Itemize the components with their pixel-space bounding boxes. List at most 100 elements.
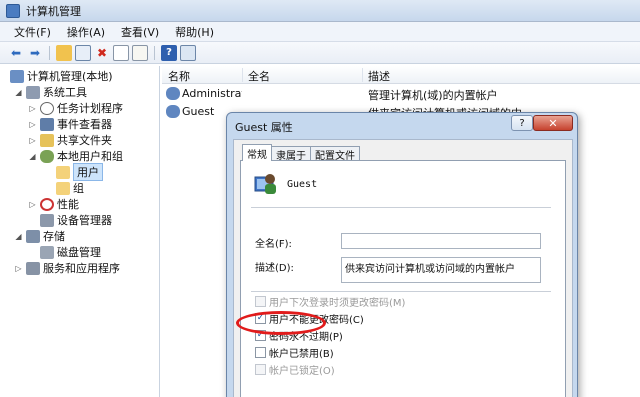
- tree-item-task-scheduler[interactable]: ▷ 任务计划程序: [28, 100, 123, 116]
- tree-item-performance[interactable]: ▷ 性能: [28, 196, 79, 212]
- help-icon[interactable]: ?: [161, 44, 177, 61]
- collapse-arrow-icon[interactable]: ◢: [14, 88, 23, 97]
- checkbox-box[interactable]: [255, 296, 266, 307]
- account-disabled-checkbox[interactable]: 帐户已禁用(B): [255, 346, 334, 360]
- tree-item-label: 磁盘管理: [57, 246, 101, 259]
- dialog-body: 常规 隶属于 配置文件 Guest 全名(F): 描述(D): 供来宾访问计算机…: [233, 139, 573, 397]
- user-icon: [166, 87, 180, 100]
- tree-item-label: 系统工具: [43, 86, 87, 99]
- help-button[interactable]: ?: [511, 115, 533, 131]
- folder-icon: [56, 181, 70, 195]
- tree-item-users[interactable]: 用户: [56, 163, 103, 181]
- shared-folder-icon: [40, 133, 54, 147]
- menu-action[interactable]: 操作(A): [59, 24, 113, 40]
- tree-item-label: 组: [73, 182, 84, 195]
- expand-arrow-icon[interactable]: ▷: [28, 200, 37, 209]
- users-group-icon: [40, 149, 54, 163]
- account-locked-checkbox[interactable]: 帐户已锁定(O): [255, 363, 335, 377]
- toolbar: ⬅ ➡ ✖ ?: [0, 42, 640, 64]
- tree-item-disk-management[interactable]: 磁盘管理: [40, 244, 101, 260]
- tree-item-shared-folders[interactable]: ▷ 共享文件夹: [28, 132, 112, 148]
- tab-strip: 常规 隶属于 配置文件: [242, 144, 360, 162]
- menu-help[interactable]: 帮助(H): [167, 24, 222, 40]
- computer-management-icon: [6, 3, 20, 18]
- tree-item-services-apps[interactable]: ▷ 服务和应用程序: [14, 260, 120, 276]
- divider: [251, 291, 551, 292]
- close-button[interactable]: ✕: [533, 115, 573, 131]
- tree-item-label: 存储: [43, 230, 65, 243]
- expand-arrow-icon[interactable]: ▷: [28, 104, 37, 113]
- export-icon[interactable]: [132, 44, 148, 61]
- general-panel: Guest 全名(F): 描述(D): 供来宾访问计算机或访问域的内置帐户 用户…: [240, 160, 566, 397]
- checkbox-box[interactable]: [255, 347, 266, 358]
- menu-file[interactable]: 文件(F): [6, 24, 59, 40]
- list-header: 名称 全名 描述: [162, 66, 640, 84]
- window-title: 计算机管理: [26, 4, 81, 18]
- fullname-label: 全名(F):: [255, 239, 292, 250]
- navigation-tree: 计算机管理(本地) ◢ 系统工具 ▷ 任务计划程序 ▷ 事件查看器 ▷ 共享文件…: [4, 66, 160, 397]
- collapse-arrow-icon[interactable]: ◢: [28, 152, 37, 161]
- console-icon[interactable]: [180, 44, 196, 61]
- tree-root-label: 计算机管理(本地): [27, 70, 113, 83]
- toolbar-separator: [154, 45, 155, 60]
- description-input[interactable]: 供来宾访问计算机或访问域的内置帐户: [341, 257, 541, 283]
- table-row[interactable]: Administrat... 管理计算机(域)的内置帐户: [162, 85, 640, 102]
- fullname-input[interactable]: [341, 233, 541, 249]
- tree-item-label: 本地用户和组: [57, 150, 123, 163]
- back-icon[interactable]: ⬅: [8, 45, 24, 61]
- highlight-annotation-ring: [236, 311, 326, 335]
- up-folder-icon[interactable]: [56, 44, 72, 61]
- device-manager-icon: [40, 213, 54, 227]
- column-header-fullname[interactable]: 全名: [248, 68, 270, 84]
- row-description: 管理计算机(域)的内置帐户: [368, 89, 498, 102]
- event-viewer-icon: [40, 117, 54, 131]
- guest-properties-dialog: Guest 属性 ? ✕ 常规 隶属于 配置文件 Guest 全名(F): 描述…: [226, 112, 578, 397]
- tab-general[interactable]: 常规: [242, 144, 272, 161]
- services-icon: [26, 261, 40, 275]
- menu-view[interactable]: 查看(V): [113, 24, 167, 40]
- delete-icon[interactable]: ✖: [94, 45, 110, 61]
- menu-bar: 文件(F) 操作(A) 查看(V) 帮助(H): [0, 22, 640, 42]
- checkbox-box[interactable]: [255, 364, 266, 375]
- row-name: Administrat...: [182, 87, 242, 100]
- checkbox-label: 帐户已锁定(O): [269, 366, 335, 377]
- performance-icon: [40, 197, 54, 211]
- tree-item-groups[interactable]: 组: [56, 180, 84, 196]
- username-label: Guest: [287, 179, 318, 190]
- user-icon: [166, 105, 180, 118]
- checkbox-label: 用户下次登录时须更改密码(M): [269, 298, 406, 309]
- tree-item-system-tools[interactable]: ◢ 系统工具: [14, 84, 87, 100]
- tree-item-label: 任务计划程序: [57, 102, 123, 115]
- checkbox-label: 帐户已禁用(B): [269, 349, 334, 360]
- properties-icon[interactable]: [113, 44, 129, 61]
- column-header-description[interactable]: 描述: [368, 68, 390, 84]
- tree-item-device-manager[interactable]: 设备管理器: [40, 212, 112, 228]
- tree-item-local-users-groups[interactable]: ◢ 本地用户和组: [28, 148, 123, 164]
- tools-icon: [26, 85, 40, 99]
- description-label: 描述(D):: [255, 263, 294, 274]
- forward-icon[interactable]: ➡: [27, 45, 43, 61]
- tree-root[interactable]: 计算机管理(本地): [10, 68, 113, 84]
- tree-item-label: 事件查看器: [57, 118, 112, 131]
- expand-arrow-icon[interactable]: ▷: [14, 264, 23, 273]
- toolbar-separator: [49, 45, 50, 60]
- column-divider[interactable]: [362, 68, 363, 82]
- tab-profile[interactable]: 配置文件: [310, 146, 360, 162]
- column-header-name[interactable]: 名称: [168, 68, 190, 84]
- tree-item-storage[interactable]: ◢ 存储: [14, 228, 65, 244]
- clock-icon: [40, 101, 54, 115]
- column-divider[interactable]: [242, 68, 243, 82]
- storage-icon: [26, 229, 40, 243]
- show-tree-icon[interactable]: [75, 44, 91, 61]
- tree-item-label: 性能: [57, 198, 79, 211]
- computer-management-icon: [10, 69, 24, 83]
- expand-arrow-icon[interactable]: ▷: [28, 136, 37, 145]
- window-titlebar: 计算机管理: [0, 0, 640, 22]
- must-change-password-checkbox[interactable]: 用户下次登录时须更改密码(M): [255, 295, 406, 309]
- folder-icon: [56, 165, 70, 179]
- expand-arrow-icon[interactable]: ▷: [28, 120, 37, 129]
- tab-member-of[interactable]: 隶属于: [271, 146, 311, 162]
- tree-item-event-viewer[interactable]: ▷ 事件查看器: [28, 116, 112, 132]
- tree-item-label: 服务和应用程序: [43, 262, 120, 275]
- collapse-arrow-icon[interactable]: ◢: [14, 232, 23, 241]
